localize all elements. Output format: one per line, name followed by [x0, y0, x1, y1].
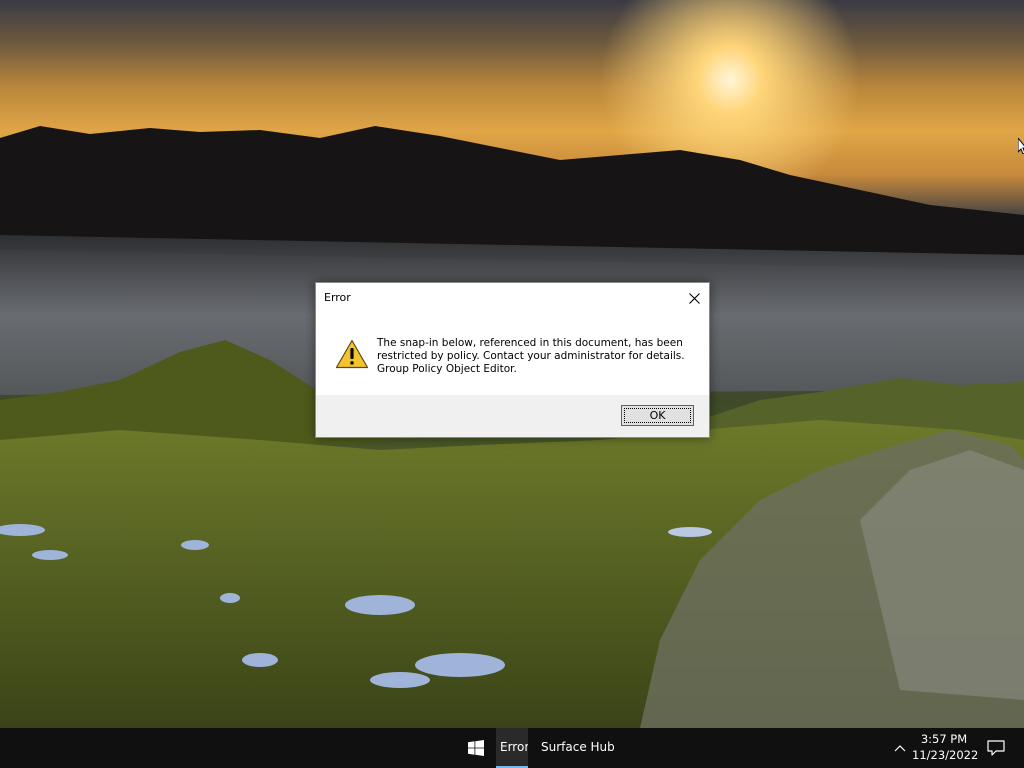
warning-icon: [335, 339, 369, 369]
ok-button-label: OK: [624, 408, 691, 423]
close-icon: [688, 292, 700, 304]
close-button[interactable]: [679, 283, 709, 313]
dialog-body: The snap-in below, referenced in this do…: [316, 313, 709, 397]
dialog-message: The snap-in below, referenced in this do…: [377, 337, 697, 376]
message-line: Group Policy Object Editor.: [377, 363, 517, 375]
clock-date: 11/23/2022: [912, 748, 979, 762]
desktop: Error The snap-in below, referenced in t…: [0, 0, 1024, 728]
taskbar-clock[interactable]: 3:57 PM 11/23/2022: [912, 731, 979, 765]
taskbar: Error Surface Hub 3:57 PM 11/23/2022: [0, 728, 1024, 768]
message-line: restricted by policy. Contact your admin…: [377, 350, 685, 362]
mouse-cursor: [1018, 138, 1024, 154]
error-dialog: Error The snap-in below, referenced in t…: [315, 282, 710, 438]
taskbar-item-label: Error: [500, 740, 528, 754]
taskbar-item-error[interactable]: Error: [496, 728, 528, 768]
chevron-up-icon: [894, 745, 906, 752]
windows-logo-icon: [468, 740, 484, 756]
dialog-titlebar[interactable]: Error: [316, 283, 709, 313]
message-line: The snap-in below, referenced in this do…: [377, 337, 683, 349]
show-hidden-icons-button[interactable]: [888, 728, 912, 768]
action-center-icon: [987, 740, 1005, 756]
dialog-title: Error: [324, 291, 351, 304]
ok-button[interactable]: OK: [621, 405, 694, 426]
start-button[interactable]: [456, 728, 496, 768]
clock-time: 3:57 PM: [920, 732, 968, 746]
taskbar-item-label: Surface Hub: [541, 740, 615, 754]
taskbar-item-surface-hub[interactable]: Surface Hub: [534, 728, 615, 768]
action-center-button[interactable]: [984, 728, 1008, 768]
dialog-footer: OK: [316, 395, 709, 437]
